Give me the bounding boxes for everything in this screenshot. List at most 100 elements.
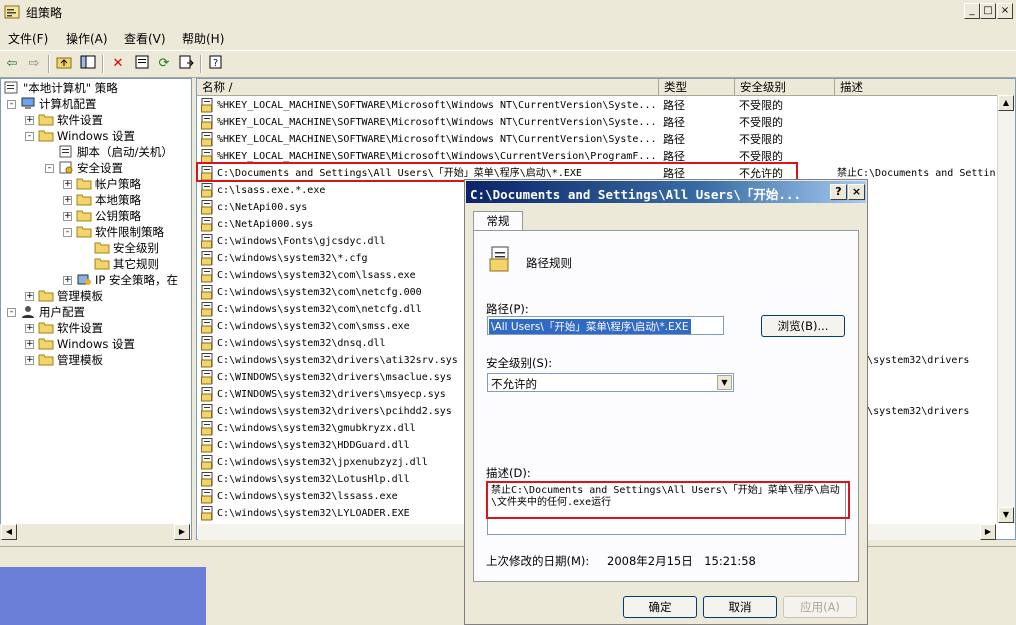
tree-label: Windows 设置 xyxy=(57,337,135,351)
expand-toggle[interactable]: + xyxy=(25,292,34,301)
tree-label: 本地策略 xyxy=(95,193,141,207)
folder-icon xyxy=(38,289,54,302)
browse-button[interactable]: 浏览(B)... xyxy=(761,315,845,337)
tree-user-config[interactable]: 用户配置 xyxy=(20,304,85,320)
tree-label: Windows 设置 xyxy=(57,129,135,143)
tree-user-software-settings[interactable]: 软件设置 xyxy=(38,320,103,336)
show-hide-tree-icon[interactable] xyxy=(78,54,98,74)
tree-label: 公钥策略 xyxy=(95,209,141,223)
maximize-button[interactable]: □ xyxy=(980,3,996,19)
chevron-down-icon[interactable]: ▼ xyxy=(717,375,732,390)
up-folder-icon[interactable] xyxy=(54,54,74,74)
tree-label: 用户配置 xyxy=(39,305,85,319)
tree-admin-templates[interactable]: 管理模板 xyxy=(38,288,103,304)
tree-scripts[interactable]: 脚本（启动/关机） xyxy=(58,144,173,160)
tree-security-settings[interactable]: 安全设置 xyxy=(58,160,123,176)
scroll-right-icon[interactable]: ▶ xyxy=(980,524,996,540)
scroll-up-icon[interactable]: ▲ xyxy=(998,95,1014,111)
path-rule-icon xyxy=(201,251,213,266)
tree-root[interactable]: "本地计算机" 策略 xyxy=(4,80,118,96)
expand-toggle[interactable]: + xyxy=(25,340,34,349)
menu-help[interactable]: 帮助(H) xyxy=(182,30,224,47)
column-header-description[interactable]: 描述 xyxy=(835,79,1015,96)
apply-button[interactable]: 应用(A) xyxy=(783,596,857,618)
description-label: 描述(D): xyxy=(486,466,531,480)
path-rule-icon xyxy=(201,404,213,419)
dialog-help-button[interactable]: ? xyxy=(830,184,847,200)
path-rule-icon xyxy=(201,319,213,334)
tree-label: 软件限制策略 xyxy=(95,225,164,239)
collapse-toggle[interactable]: - xyxy=(25,132,34,141)
menu-file[interactable]: 文件(F) xyxy=(8,30,48,47)
table-row[interactable]: %HKEY_LOCAL_MACHINE\SOFTWARE\Microsoft\W… xyxy=(197,131,997,148)
menu-action[interactable]: 操作(A) xyxy=(66,30,108,47)
menu-view[interactable]: 查看(V) xyxy=(124,30,166,47)
column-header-type[interactable]: 类型 xyxy=(659,79,735,96)
rule-path: %HKEY_LOCAL_MACHINE\SOFTWARE\Microsoft\W… xyxy=(217,117,657,128)
scroll-left-icon[interactable]: ◀ xyxy=(1,524,17,540)
collapse-toggle[interactable]: - xyxy=(7,100,16,109)
rule-path: %HKEY_LOCAL_MACHINE\SOFTWARE\Microsoft\W… xyxy=(217,100,657,111)
table-row[interactable]: %HKEY_LOCAL_MACHINE\SOFTWARE\Microsoft\W… xyxy=(197,97,997,114)
minimize-button[interactable]: _ xyxy=(964,3,980,19)
tree-software-restriction[interactable]: 软件限制策略 xyxy=(76,224,164,240)
help-icon[interactable]: ? xyxy=(206,54,226,74)
scroll-right-icon[interactable]: ▶ xyxy=(174,524,190,540)
security-level-select[interactable]: 不允许的 ▼ xyxy=(487,373,734,392)
tab-general[interactable]: 常规 xyxy=(473,211,523,231)
table-row[interactable]: %HKEY_LOCAL_MACHINE\SOFTWARE\Microsoft\W… xyxy=(197,114,997,131)
delete-icon[interactable]: ✕ xyxy=(108,54,128,74)
column-header-security-level[interactable]: 安全级别 xyxy=(735,79,835,96)
expand-toggle[interactable]: + xyxy=(25,356,34,365)
folder-icon xyxy=(38,113,54,126)
cancel-button[interactable]: 取消 xyxy=(703,596,777,618)
expand-toggle[interactable]: + xyxy=(63,212,72,221)
scroll-down-icon[interactable]: ▼ xyxy=(998,507,1014,523)
expand-toggle[interactable]: + xyxy=(25,116,34,125)
tree-user-windows-settings[interactable]: Windows 设置 xyxy=(38,336,135,352)
path-rule-icon xyxy=(201,472,213,487)
tree-label: 管理模板 xyxy=(57,289,103,303)
folder-icon xyxy=(76,209,92,222)
expand-toggle[interactable]: + xyxy=(63,276,72,285)
tree-label: 脚本（启动/关机） xyxy=(77,145,173,159)
tree-account-policy[interactable]: 帐户策略 xyxy=(76,176,141,192)
tree-public-key-policy[interactable]: 公钥策略 xyxy=(76,208,141,224)
tree-user-admin-templates[interactable]: 管理模板 xyxy=(38,352,103,368)
list-vertical-scrollbar[interactable]: ▲ ▼ xyxy=(997,95,1015,523)
folder-icon xyxy=(76,177,92,190)
expand-toggle[interactable]: + xyxy=(25,324,34,333)
path-rule-icon xyxy=(201,98,213,113)
back-arrow-icon[interactable]: ⇦ xyxy=(2,54,22,74)
close-button[interactable]: × xyxy=(997,3,1013,19)
expand-toggle[interactable]: + xyxy=(63,196,72,205)
tree-security-levels[interactable]: 安全级别 xyxy=(94,240,159,256)
tree-software-settings[interactable]: 软件设置 xyxy=(38,112,103,128)
tree-local-policy[interactable]: 本地策略 xyxy=(76,192,141,208)
forward-arrow-icon[interactable]: ⇨ xyxy=(24,54,44,74)
tree-label: 计算机配置 xyxy=(39,97,97,111)
tree-label: 其它规则 xyxy=(113,257,159,271)
rule-type-label: 路径规则 xyxy=(526,256,572,270)
refresh-icon[interactable]: ⟳ xyxy=(154,54,174,74)
tree-windows-settings[interactable]: Windows 设置 xyxy=(38,128,135,144)
dialog-close-button[interactable]: × xyxy=(848,184,865,200)
tree-horizontal-scrollbar[interactable]: ◀ ▶ xyxy=(0,524,190,540)
tree-other-rules[interactable]: 其它规则 xyxy=(94,256,159,272)
collapse-toggle[interactable]: - xyxy=(45,164,54,173)
folder-icon xyxy=(76,193,92,206)
export-list-icon[interactable] xyxy=(176,54,196,74)
column-header-name[interactable]: 名称 / xyxy=(197,79,659,96)
path-rule-icon xyxy=(201,183,213,198)
collapse-toggle[interactable]: - xyxy=(63,228,72,237)
path-rule-icon xyxy=(201,234,213,249)
security-level-label: 安全级别(S): xyxy=(486,356,553,370)
ok-button[interactable]: 确定 xyxy=(623,596,697,618)
tree-ip-security[interactable]: IP 安全策略，在 xyxy=(76,272,178,288)
properties-icon[interactable] xyxy=(132,54,152,74)
path-field[interactable]: \All Users\「开始」菜单\程序\启动\*.EXE xyxy=(487,316,724,335)
expand-toggle[interactable]: + xyxy=(63,180,72,189)
tree-label: 安全设置 xyxy=(77,161,123,175)
collapse-toggle[interactable]: - xyxy=(7,308,16,317)
tree-computer-config[interactable]: 计算机配置 xyxy=(20,96,97,112)
